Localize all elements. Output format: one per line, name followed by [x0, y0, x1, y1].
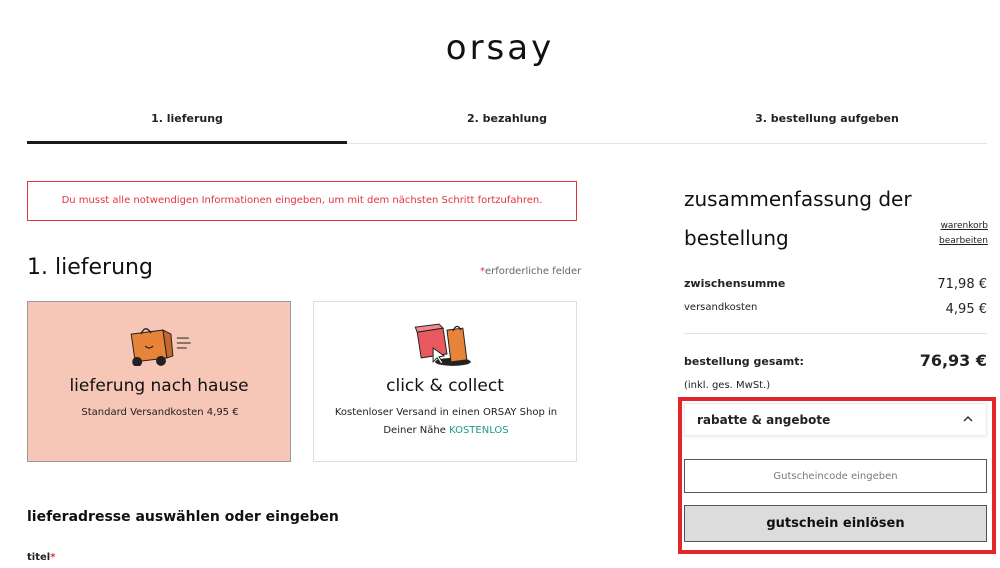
titel-label-text: titel	[27, 552, 51, 563]
titel-field-label: titel*	[27, 552, 55, 563]
subtotal-value: 71,98 €	[937, 277, 987, 292]
chevron-up-icon	[963, 416, 973, 422]
titel-required-star: *	[50, 552, 56, 563]
delivery-option-home-subtitle: Standard Versandkosten 4,95 €	[81, 407, 239, 418]
step-lieferung[interactable]: 1. lieferung	[27, 108, 347, 125]
total-label: bestellung gesamt:	[684, 355, 804, 368]
total-row: bestellung gesamt: 76,93 €	[684, 351, 987, 370]
active-step-indicator	[27, 141, 347, 144]
total-value: 76,93 €	[919, 351, 987, 370]
required-fields-label: erforderliche felder	[485, 266, 582, 277]
delivery-option-home-title: lieferung nach hause	[69, 376, 249, 396]
subtotal-row: zwischensumme 71,98 €	[684, 277, 987, 292]
discounts-accordion-header[interactable]: rabatte & angebote	[684, 403, 987, 436]
subtotal-label: zwischensumme	[684, 277, 786, 290]
summary-divider	[684, 333, 987, 334]
orsay-logo[interactable]: orsay	[0, 28, 1000, 68]
delivery-option-home[interactable]: lieferung nach hause Standard Versandkos…	[27, 301, 291, 462]
delivery-truck-bag-icon	[130, 328, 191, 366]
edit-cart-link[interactable]: warenkorb bearbeiten	[930, 219, 988, 249]
shipping-value: 4,95 €	[945, 302, 987, 317]
summary-title: zusammenfassung der bestellung	[684, 187, 912, 250]
checkout-steps: 1. lieferung 2. bezahlung 3. bestellung …	[27, 108, 987, 144]
required-fields-note: *erforderliche felder	[480, 266, 581, 277]
error-message: Du musst alle notwendigen Informationen …	[27, 181, 577, 221]
delivery-option-click-collect[interactable]: click & collect Kostenloser Versand in e…	[313, 301, 577, 462]
shipping-row: versandkosten 4,95 €	[684, 302, 987, 317]
coupon-code-input[interactable]	[684, 459, 987, 493]
free-shipping-badge: KOSTENLOS	[449, 425, 509, 436]
discounts-label: rabatte & angebote	[697, 413, 831, 427]
shipping-label: versandkosten	[684, 302, 758, 313]
vat-note: (inkl. ges. MwSt.)	[684, 380, 771, 391]
address-section-title: lieferadresse auswählen oder eingeben	[27, 509, 339, 525]
delivery-option-collect-text: Kostenloser Versand in einen ORSAY Shop …	[334, 407, 558, 436]
section-title-lieferung: 1. lieferung	[27, 255, 153, 280]
redeem-coupon-button[interactable]: gutschein einlösen	[684, 505, 987, 542]
step-bestellung-aufgeben[interactable]: 3. bestellung aufgeben	[667, 108, 987, 125]
step-bezahlung[interactable]: 2. bezahlung	[347, 108, 667, 125]
store-pickup-icon	[414, 323, 471, 366]
delivery-option-collect-subtitle: Kostenloser Versand in einen ORSAY Shop …	[334, 404, 558, 440]
delivery-option-collect-title: click & collect	[386, 376, 504, 396]
